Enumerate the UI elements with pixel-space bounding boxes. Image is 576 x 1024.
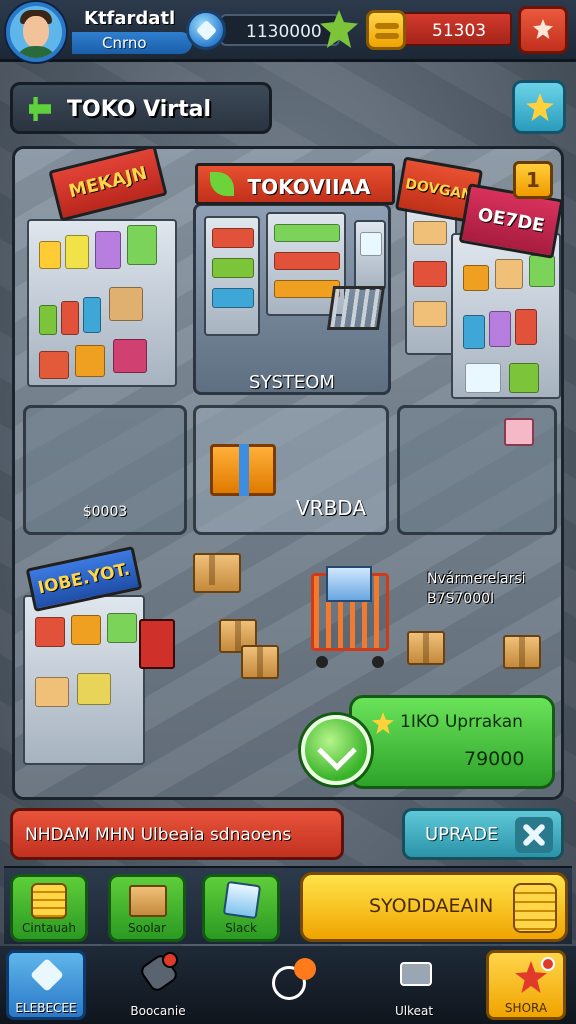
level-badge[interactable]: 1 [513,161,553,199]
upgrade-card[interactable]: 1IKO Uprrakan 79000 [349,695,555,789]
nav-label: ELEBECEE [15,1001,77,1015]
nav-label: Ulkeat [394,1004,434,1018]
cart-box [326,566,372,602]
gem-icon [186,10,226,50]
tools-icon [515,817,553,853]
item-label: Cintauah [22,921,76,935]
player-avatar[interactable] [6,2,66,62]
system-room-label: SYSTEOM [249,372,335,393]
shopping-cart-small[interactable] [326,286,386,330]
nav-item-center[interactable] [250,950,330,1020]
product [75,345,105,377]
leaf-icon [210,172,234,196]
coin-stack-icon [31,883,67,919]
player-subtitle: Cnrno [102,34,147,52]
product [95,231,121,269]
shelf-right-1[interactable] [405,199,457,355]
alert-dot-icon [162,952,178,968]
coin-stack-icon [513,883,557,933]
store-sign-center: TOKOVIIAA [195,163,395,205]
shelf-right-2[interactable] [451,233,561,399]
star-icon [526,93,554,121]
item-row: Cintauah Soolar Slack SYODDAEAIN [4,866,572,944]
resource-counter-2: 51303 [398,12,512,46]
product [113,339,147,373]
message-bar: NHDAM MHN Ulbeaia sdnaoens [10,808,344,860]
fridge-left [204,216,260,336]
crate[interactable] [193,553,241,593]
item-label: Slack [225,921,257,935]
info-line-1: Nvármerelarsi [427,571,526,587]
upgrade-button[interactable]: UPRADE [402,808,564,860]
store-info: Nvármerelarsi B7S7000I [427,569,561,609]
player-name: Ktfardatl [84,8,176,29]
coin-icon [366,10,406,50]
store-floor: MEKAJN SYSTEOM TOKOVIIAA DOVGAN OE7DE 1 … [12,146,564,800]
notification-dot-icon [541,957,555,971]
product [39,351,69,379]
product [127,225,157,265]
crate[interactable] [241,645,279,679]
upgrade-button-label: UPRADE [425,824,499,845]
top-bar: Cnrno Ktfardatl 1130000 51303 [0,0,576,62]
nav-label: SHORA [504,1001,548,1015]
page-title: TOKO Virtal [67,97,212,122]
shelf-bottom-left[interactable] [23,595,145,765]
store-sign-text: TOKOVIIAA [247,175,371,199]
product [39,241,61,269]
build-slot-right[interactable] [397,405,557,535]
gift-box-icon [210,444,276,496]
product [109,287,143,321]
message-text: NHDAM MHN Ulbeaia sdnaoens [25,825,292,845]
product [61,301,79,335]
upgrade-confirm-button[interactable] [301,715,371,785]
system-room[interactable]: SYSTEOM [193,203,391,395]
product [83,297,101,333]
notification-dot-icon [294,958,316,980]
favorite-button[interactable] [512,80,566,134]
crate[interactable] [503,635,541,669]
collect-button[interactable]: SYODDAEAIN [300,872,568,942]
upgrade-card-title: 1IKO Uprrakan [400,712,523,732]
shop-title-panel: TOKO Virtal [10,82,272,134]
item-button-cube[interactable]: Slack [202,874,280,942]
resource-counter-1: 1130000 [220,14,340,46]
chart-icon [400,962,432,986]
gift-icon [533,19,553,39]
build-slot-left[interactable]: $0003 [23,405,187,535]
cube-icon [30,958,64,992]
build-slot-center[interactable]: VRBDA [193,405,389,535]
player-info: Cnrno Ktfardatl [62,4,192,54]
item-button-coins[interactable]: Cintauah [10,874,88,942]
product-crate-red [139,619,175,669]
bottom-nav: ELEBECEE Boocanie Ulkeat SHORA [0,946,576,1024]
check-icon [317,731,357,771]
resource-value-2: 51303 [432,21,487,41]
pink-cube-icon [504,418,534,446]
collect-button-label: SYODDAEAIN [369,895,494,917]
nav-label: Boocanie [130,1004,186,1018]
nav-item-elebecee[interactable]: ELEBECEE [6,950,86,1020]
product [39,305,57,335]
star-icon [372,712,394,734]
product [65,235,89,269]
nav-item-shora[interactable]: SHORA [486,950,566,1020]
shelf-left[interactable] [27,219,177,387]
nav-item-boocanie[interactable]: Boocanie [118,950,198,1020]
item-button-box[interactable]: Soolar [108,874,186,942]
cube-icon [222,880,262,920]
resource-value-1: 1130000 [246,22,322,42]
slot-left-label: $0003 [82,504,128,520]
shopping-cart[interactable] [311,566,389,668]
upgrade-card-price: 79000 [464,748,525,770]
gift-button[interactable] [518,6,568,54]
fridge-right [354,220,386,290]
shop-icon [29,97,51,121]
info-line-2: B7S7000I [427,591,495,607]
nav-item-ulkeat[interactable]: Ulkeat [374,950,454,1020]
item-label: Soolar [128,921,166,935]
crate[interactable] [407,631,445,665]
box-icon [129,885,167,917]
